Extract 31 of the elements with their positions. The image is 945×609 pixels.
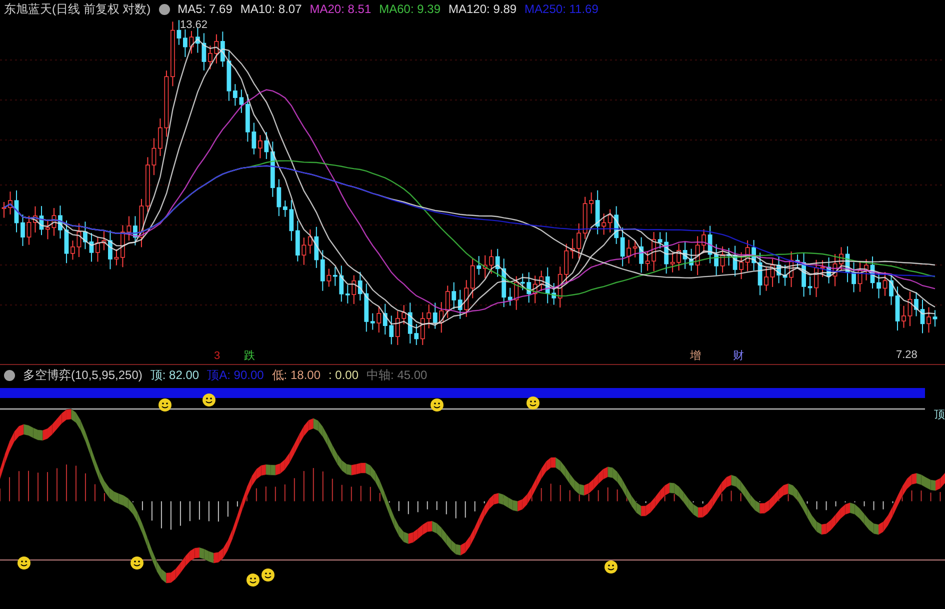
indicator-legend: : 0.00 (328, 366, 359, 384)
signal-label: 财 (733, 349, 744, 364)
smiley-icon (261, 568, 275, 582)
indicator-legend: 顶: 82.00 (150, 366, 200, 384)
indicator-legend: 顶A: 90.00 (207, 366, 264, 384)
smiley-icon (130, 556, 144, 570)
smiley-icon (246, 573, 260, 587)
smiley-icon (202, 393, 216, 407)
ma-legend: MA120: 9.89 (448, 0, 517, 18)
collapse-icon[interactable] (4, 370, 15, 380)
ma-legend: MA20: 8.51 (310, 0, 372, 18)
indicator-title: 多空博弈(10,5,95,250) (23, 367, 142, 384)
smiley-icon (430, 398, 444, 412)
smiley-icon (604, 560, 618, 574)
signal-label: 增 (690, 349, 701, 364)
top-line-label: 顶 (934, 408, 945, 423)
smiley-icon (526, 396, 540, 410)
indicator-legend: 低: 18.00 (272, 366, 320, 384)
ma-legend: MA5: 7.69 (178, 0, 232, 18)
signal-label: 跌 (244, 349, 255, 364)
chart-title: 东旭蓝天(日线 前复权 对数) (4, 1, 151, 18)
signal-label: 3 (214, 349, 220, 364)
smiley-icon (158, 398, 172, 412)
smiley-icon (17, 556, 31, 570)
ma-legend: MA60: 9.39 (379, 0, 440, 18)
low-price-label: 7.28 (896, 348, 918, 363)
collapse-icon[interactable] (158, 4, 170, 14)
high-price-label: 13.62 (180, 18, 208, 33)
ma-legend: MA250: 11.69 (524, 0, 598, 18)
indicator-legend: 中轴: 45.00 (366, 366, 428, 384)
ma-legend: MA10: 8.07 (240, 0, 302, 18)
